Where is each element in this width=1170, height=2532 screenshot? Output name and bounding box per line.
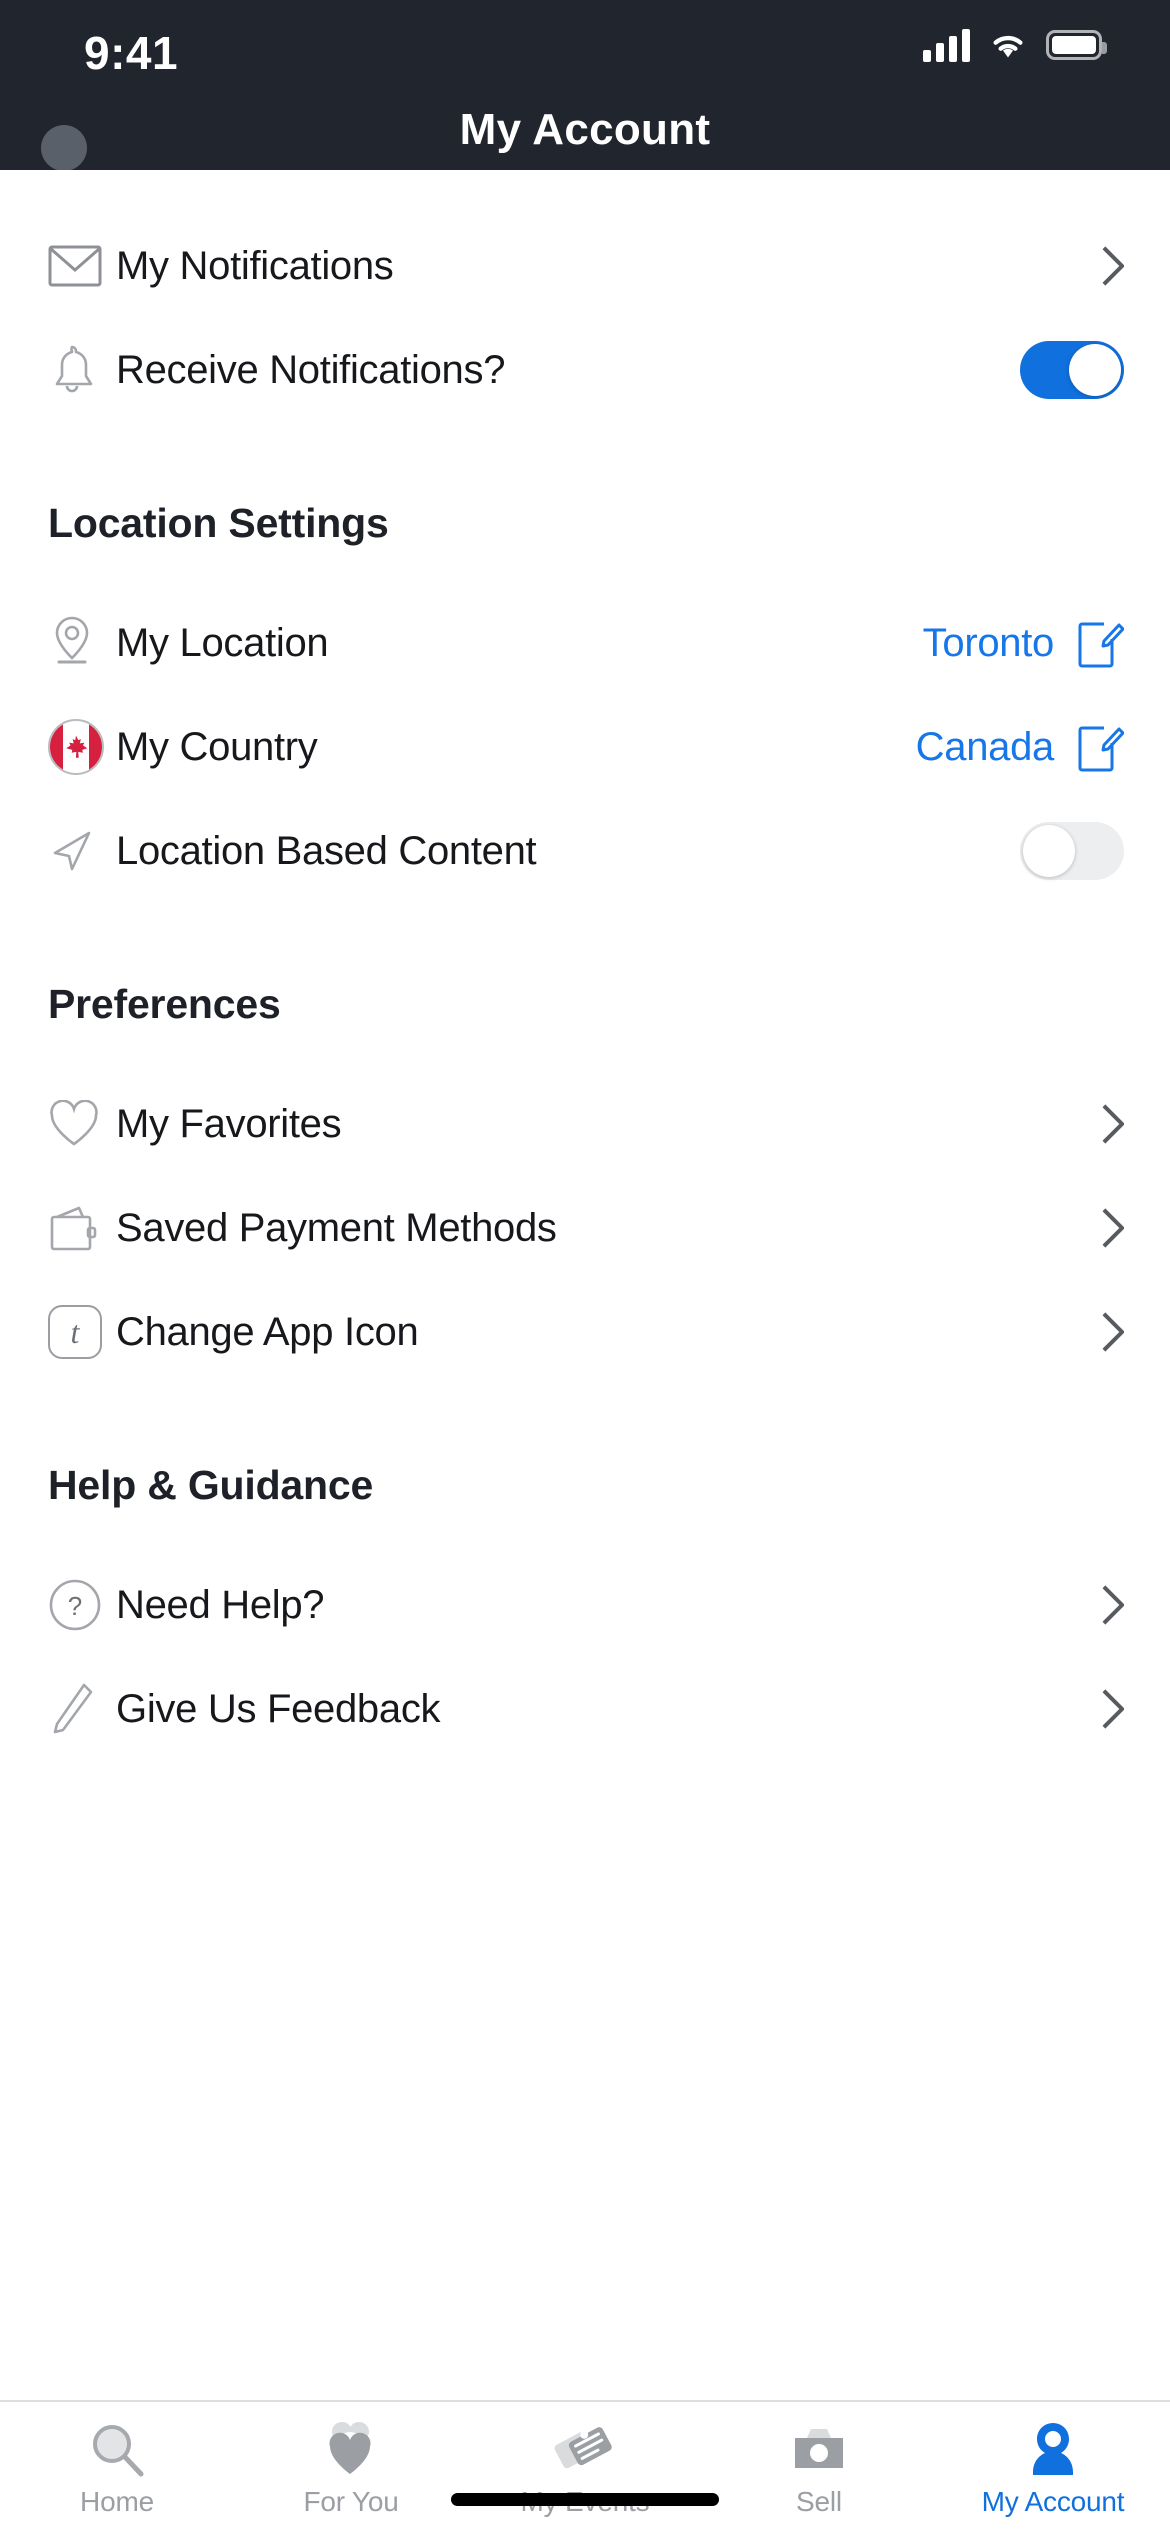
navigation-arrow-icon bbox=[48, 821, 116, 881]
receive-notifications-toggle[interactable] bbox=[1020, 341, 1124, 399]
edit-pencil-icon[interactable] bbox=[1076, 721, 1124, 773]
status-bar-time: 9:41 bbox=[84, 27, 179, 79]
app-header: 9:41 My Account bbox=[0, 0, 1170, 171]
my-location-value: Toronto bbox=[922, 620, 1055, 665]
row-location-based-content[interactable]: Location Based Content bbox=[0, 799, 1170, 903]
toggle-knob bbox=[1069, 344, 1121, 396]
row-give-us-feedback[interactable]: Give Us Feedback bbox=[0, 1657, 1170, 1761]
location-based-content-toggle[interactable] bbox=[1020, 822, 1124, 880]
row-label: Give Us Feedback bbox=[116, 1686, 441, 1731]
tab-my-account[interactable]: My Account bbox=[936, 2402, 1170, 2532]
status-bar: 9:41 bbox=[0, 0, 1170, 96]
row-label: Receive Notifications? bbox=[116, 347, 506, 392]
row-need-help[interactable]: ? Need Help? bbox=[0, 1553, 1170, 1657]
tab-label: For You bbox=[303, 2486, 399, 2517]
settings-content: My Notifications Receive Notifications? … bbox=[0, 170, 1170, 2400]
search-icon bbox=[88, 2418, 146, 2480]
tab-home[interactable]: Home bbox=[0, 2402, 234, 2532]
chevron-right-icon bbox=[1102, 1312, 1124, 1352]
chevron-right-icon bbox=[1102, 246, 1124, 286]
maple-leaf-icon bbox=[66, 735, 88, 758]
row-my-country[interactable]: My Country Canada bbox=[0, 695, 1170, 799]
envelope-icon bbox=[48, 236, 116, 296]
row-label: Need Help? bbox=[116, 1582, 325, 1627]
row-label: Change App Icon bbox=[116, 1309, 419, 1354]
person-icon bbox=[1024, 2418, 1082, 2480]
home-indicator bbox=[451, 2493, 719, 2506]
row-label: My Favorites bbox=[116, 1101, 342, 1146]
section-heading-help: Help & Guidance bbox=[48, 1462, 374, 1508]
chevron-right-icon bbox=[1102, 1689, 1124, 1729]
svg-text:?: ? bbox=[68, 1591, 82, 1621]
row-label: Saved Payment Methods bbox=[116, 1205, 557, 1250]
status-bar-indicators bbox=[923, 28, 1107, 62]
section-heading-location: Location Settings bbox=[48, 500, 389, 546]
chevron-right-icon bbox=[1102, 1104, 1124, 1144]
row-my-location[interactable]: My Location Toronto bbox=[0, 591, 1170, 695]
toggle-knob bbox=[1023, 825, 1075, 877]
camera-icon bbox=[789, 2418, 849, 2480]
section-heading-preferences: Preferences bbox=[48, 981, 281, 1027]
app-icon-tile: t bbox=[48, 1302, 116, 1362]
wallet-icon bbox=[48, 1198, 116, 1258]
row-label: My Notifications bbox=[116, 243, 394, 288]
page-title: My Account bbox=[459, 105, 711, 154]
tab-label: Sell bbox=[796, 2486, 842, 2517]
row-label: My Location bbox=[116, 620, 329, 665]
tab-sell[interactable]: Sell bbox=[702, 2402, 936, 2532]
tab-my-events[interactable]: My Events bbox=[468, 2402, 702, 2532]
wifi-icon bbox=[993, 35, 1023, 58]
row-saved-payment-methods[interactable]: Saved Payment Methods bbox=[0, 1176, 1170, 1280]
row-label: Location Based Content bbox=[116, 828, 537, 873]
chevron-right-icon bbox=[1102, 1208, 1124, 1248]
question-circle-icon: ? bbox=[48, 1575, 116, 1635]
tickets-icon bbox=[554, 2418, 616, 2480]
canada-flag-icon bbox=[48, 717, 116, 777]
my-country-value: Canada bbox=[915, 724, 1055, 769]
bell-icon bbox=[48, 340, 116, 400]
row-change-app-icon[interactable]: t Change App Icon bbox=[0, 1280, 1170, 1384]
row-my-favorites[interactable]: My Favorites bbox=[0, 1072, 1170, 1176]
chevron-right-icon bbox=[1102, 1585, 1124, 1625]
tab-label: My Account bbox=[981, 2486, 1125, 2517]
edit-pencil-icon[interactable] bbox=[1076, 617, 1124, 669]
tab-label: Home bbox=[80, 2486, 154, 2517]
cellular-signal-icon bbox=[923, 28, 970, 62]
heart-icon bbox=[48, 1094, 116, 1154]
bottom-tab-bar: Home For You My Events bbox=[0, 2400, 1170, 2532]
tab-for-you[interactable]: For You bbox=[234, 2402, 468, 2532]
row-receive-notifications[interactable]: Receive Notifications? bbox=[0, 318, 1170, 422]
app-icon-glyph: t bbox=[48, 1305, 102, 1359]
pencil-icon bbox=[48, 1679, 116, 1739]
row-my-notifications[interactable]: My Notifications bbox=[0, 214, 1170, 318]
map-pin-icon bbox=[48, 613, 116, 673]
battery-icon bbox=[1046, 30, 1107, 60]
row-label: My Country bbox=[116, 724, 318, 769]
hearts-icon bbox=[321, 2418, 381, 2480]
